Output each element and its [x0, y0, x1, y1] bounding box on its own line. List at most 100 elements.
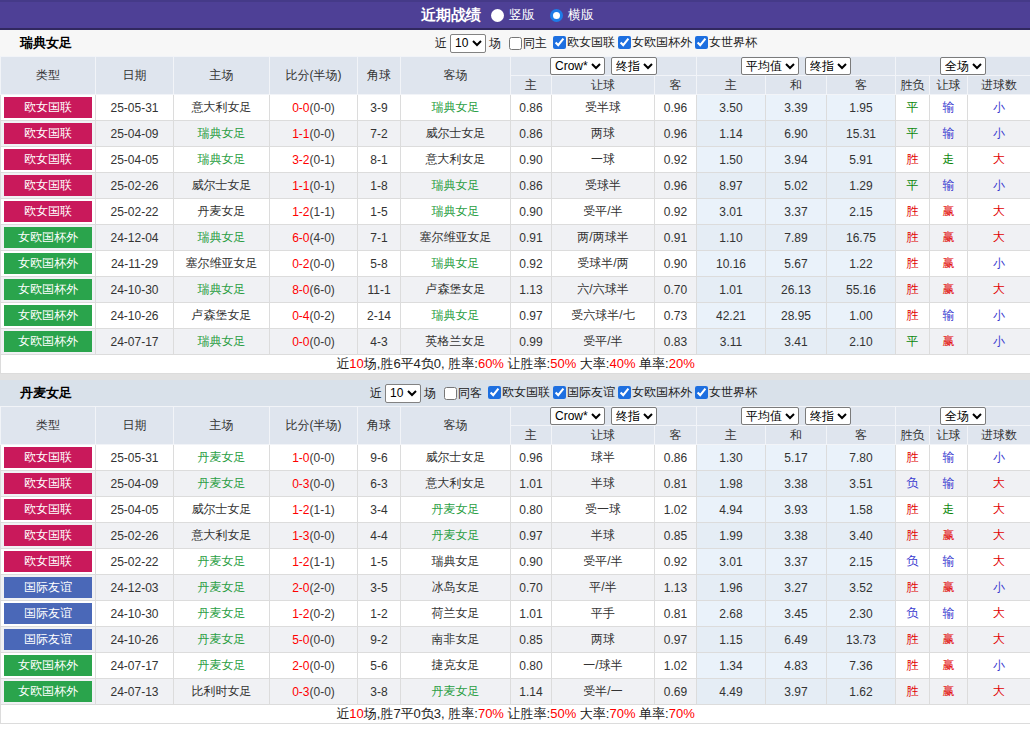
section-header: 丹麦女足近10场同客欧女国联国际友谊女欧国杯外女世界杯	[0, 380, 1030, 406]
league-filter[interactable]: 女世界杯	[695, 34, 757, 51]
scope-header: 全场	[896, 57, 1030, 76]
odds-home: 0.97	[511, 303, 552, 329]
odds-home: 0.96	[511, 445, 552, 471]
col-header-goals: 进球数	[968, 76, 1030, 95]
match-date: 25-05-31	[96, 95, 174, 121]
avg-home: 4.94	[697, 497, 766, 523]
league-checkbox[interactable]	[553, 386, 566, 399]
league-checkbox[interactable]	[618, 386, 631, 399]
match-type-badge: 欧女国联	[4, 525, 92, 546]
avg-draw: 3.38	[766, 523, 827, 549]
handicap-status: 输	[930, 549, 968, 575]
odds-away: 1.02	[655, 497, 697, 523]
score-cell: 1-2(1-1)	[270, 549, 358, 575]
avg-source-select[interactable]: 平均值	[741, 57, 799, 75]
scope-select[interactable]: 全场	[940, 407, 986, 425]
league-checkbox[interactable]	[488, 386, 501, 399]
home-team: 丹麦女足	[174, 199, 270, 225]
same-venue-filter[interactable]: 同主	[509, 35, 547, 52]
corner-score: 5-6	[358, 653, 401, 679]
match-type-cell: 欧女国联	[1, 173, 96, 199]
handicap-status: 赢	[930, 653, 968, 679]
same-venue-checkbox[interactable]	[509, 37, 522, 50]
league-filter[interactable]: 欧女国联	[553, 34, 615, 51]
match-type-cell: 国际友谊	[1, 627, 96, 653]
odds-source-select[interactable]: Crow*	[550, 57, 605, 75]
league-filter[interactable]: 欧女国联	[488, 384, 550, 401]
goals-status: 小	[968, 575, 1030, 601]
avg-away: 2.15	[827, 199, 896, 225]
col-header-odds_line: 让球	[552, 76, 655, 95]
odds-kind-select[interactable]: 终指	[611, 57, 657, 75]
avg-draw: 3.37	[766, 549, 827, 575]
result-status: 胜	[896, 199, 930, 225]
avg-draw: 3.27	[766, 575, 827, 601]
league-checkbox[interactable]	[695, 386, 708, 399]
league-checkbox[interactable]	[618, 36, 631, 49]
goals-status: 大	[968, 277, 1030, 303]
avg-kind-select[interactable]: 终指	[805, 407, 851, 425]
goals-status: 小	[968, 95, 1030, 121]
avg-draw: 28.95	[766, 303, 827, 329]
avg-kind-select[interactable]: 终指	[805, 57, 851, 75]
match-count-select[interactable]: 10	[385, 384, 421, 403]
corner-score: 3-8	[358, 679, 401, 705]
vertical-radio[interactable]	[491, 9, 504, 22]
league-checkbox[interactable]	[695, 36, 708, 49]
avg-source-select[interactable]: 平均值	[741, 407, 799, 425]
col-header-avg_home: 主	[697, 426, 766, 445]
full-time-score: 1-2	[292, 555, 309, 569]
odds-source-select[interactable]: Crow*	[550, 407, 605, 425]
match-date: 25-04-05	[96, 147, 174, 173]
match-row: 国际友谊24-12-03丹麦女足2-0(2-0)3-5冰岛女足0.70平/半1.…	[1, 575, 1030, 601]
match-type-cell: 欧女国联	[1, 199, 96, 225]
summary-segment: 70%	[609, 706, 635, 721]
match-row: 欧女国联25-04-05瑞典女足3-2(0-1)8-1意大利女足0.90一球0.…	[1, 147, 1030, 173]
match-count-select[interactable]: 10	[450, 34, 486, 53]
half-time-score: (0-1)	[310, 179, 335, 193]
result-status: 负	[896, 601, 930, 627]
summary-segment: 近	[336, 356, 349, 371]
corner-score: 6-3	[358, 471, 401, 497]
avg-home: 4.49	[697, 679, 766, 705]
full-time-score: 0-3	[292, 685, 309, 699]
league-filter[interactable]: 女欧国杯外	[618, 34, 692, 51]
avg-home: 2.68	[697, 601, 766, 627]
odds-line: 受半/一	[552, 679, 655, 705]
summary-segment: 50%	[550, 706, 576, 721]
summary-text: 近10场,胜6平4负0, 胜率:60% 让胜率:50% 大率:40% 单率:20…	[1, 355, 1030, 374]
team-name: 丹麦女足	[0, 384, 72, 402]
horizontal-radio-label[interactable]: 横版	[568, 6, 594, 24]
vertical-radio-label[interactable]: 竖版	[509, 6, 535, 24]
same-venue-filter[interactable]: 同客	[444, 385, 482, 402]
home-team: 丹麦女足	[174, 445, 270, 471]
goals-status: 小	[968, 653, 1030, 679]
match-type-badge: 国际友谊	[4, 629, 92, 650]
odds-kind-select[interactable]: 终指	[611, 407, 657, 425]
summary-segment: 20%	[669, 356, 695, 371]
away-team: 丹麦女足	[401, 497, 511, 523]
odds-line: 受平/半	[552, 329, 655, 355]
league-filter[interactable]: 国际友谊	[553, 384, 615, 401]
league-filter[interactable]: 女世界杯	[695, 384, 757, 401]
home-team: 丹麦女足	[174, 549, 270, 575]
scope-select[interactable]: 全场	[940, 57, 986, 75]
league-checkbox[interactable]	[553, 36, 566, 49]
avg-away: 13.73	[827, 627, 896, 653]
match-type-badge: 女欧国杯外	[4, 331, 92, 352]
match-date: 25-02-26	[96, 173, 174, 199]
handicap-status: 输	[930, 95, 968, 121]
match-type-cell: 欧女国联	[1, 445, 96, 471]
match-date: 25-04-09	[96, 121, 174, 147]
league-filter[interactable]: 女欧国杯外	[618, 384, 692, 401]
score-cell: 0-3(0-0)	[270, 679, 358, 705]
away-team: 意大利女足	[401, 147, 511, 173]
result-status: 负	[896, 549, 930, 575]
same-venue-checkbox[interactable]	[444, 387, 457, 400]
col-header-score: 比分(半场)	[270, 57, 358, 95]
odds-away: 0.91	[655, 225, 697, 251]
horizontal-radio[interactable]	[550, 9, 563, 22]
home-team: 丹麦女足	[174, 575, 270, 601]
handicap-status: 赢	[930, 575, 968, 601]
full-time-score: 2-0	[292, 581, 309, 595]
